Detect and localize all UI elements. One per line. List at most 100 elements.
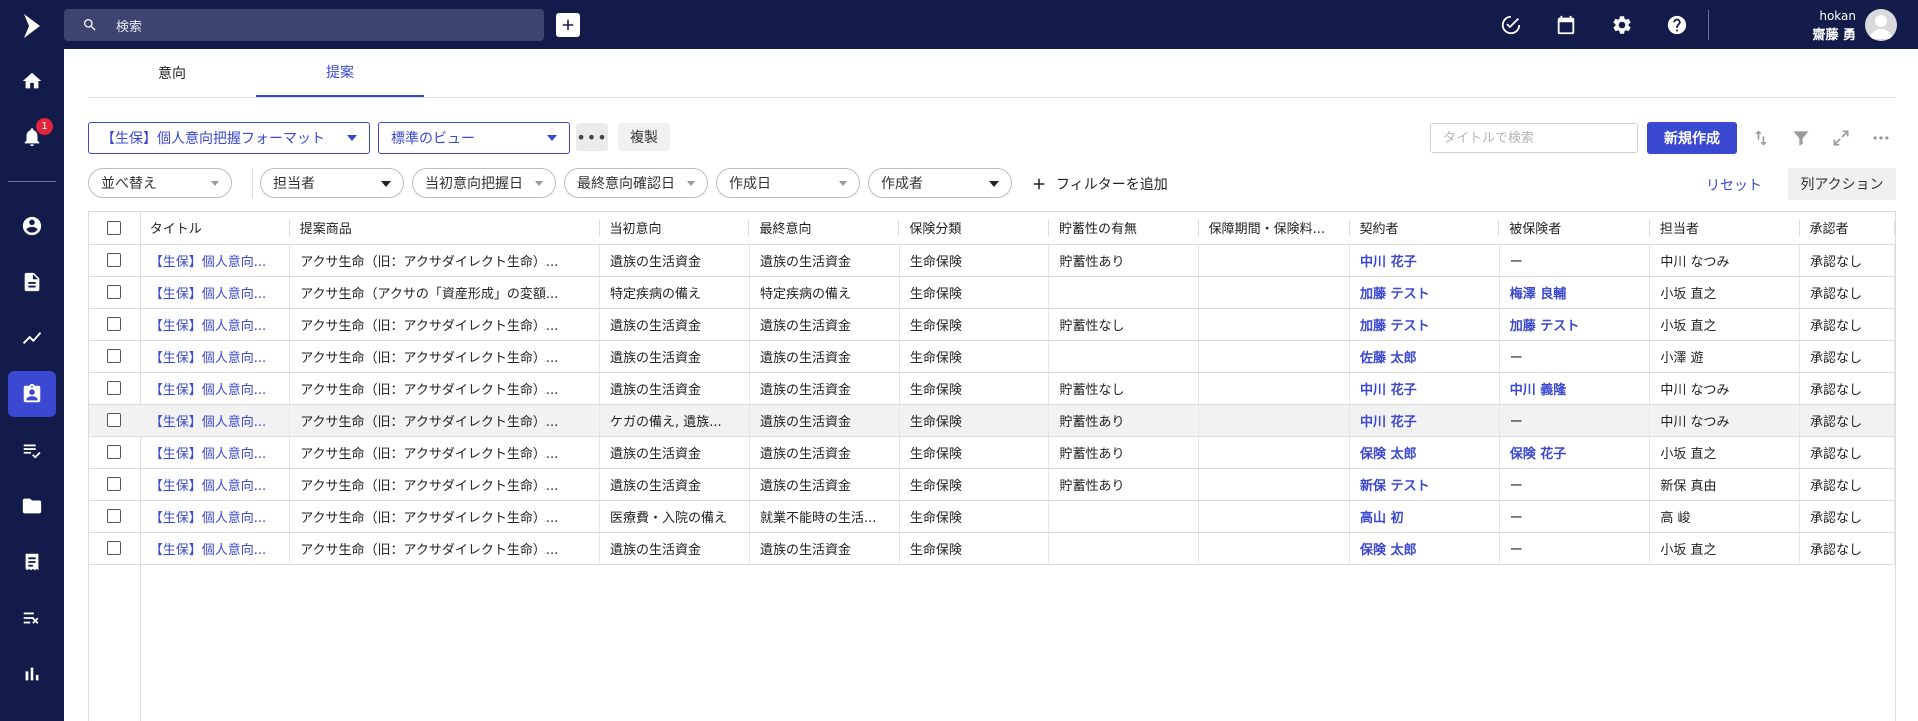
table-cell[interactable]: 【生保】個人意向... [139, 308, 291, 341]
nav-folders[interactable] [8, 483, 56, 529]
task-check-button[interactable] [1499, 13, 1523, 37]
expand-button[interactable] [1830, 127, 1852, 149]
logo-icon[interactable] [20, 12, 44, 40]
row-checkbox[interactable] [107, 285, 122, 299]
table-cell[interactable]: 中川 花子 [1349, 372, 1500, 405]
table-row[interactable]: 【生保】個人意向... アクサ生命（旧：アクサダイレクト生命）... ケガの備え, … [89, 404, 1895, 437]
column-header[interactable]: 担当者 [1649, 212, 1800, 245]
column-header[interactable]: 貯蓄性の有無 [1048, 212, 1199, 245]
nav-customers[interactable] [8, 203, 56, 249]
filter-final-date[interactable]: 最終意向確認日 [564, 168, 708, 198]
table-cell[interactable]: 梅澤 良輔 [1499, 276, 1651, 309]
row-checkbox-cell [89, 244, 140, 277]
format-select[interactable]: 【生保】個人意向把握フォーマット [88, 122, 370, 154]
title-search-input[interactable] [1430, 123, 1638, 153]
table-cell[interactable]: 中川 花子 [1349, 404, 1500, 437]
table-row[interactable]: 【生保】個人意向... アクサ生命（旧：アクサダイレクト生命）... 医療費・入院の… [89, 500, 1895, 533]
table-row[interactable]: 【生保】個人意向... アクサ生命（旧：アクサダイレクト生命）... 遺族の生活資金… [89, 468, 1895, 501]
filter-creator[interactable]: 作成者 [868, 168, 1012, 198]
table-cell[interactable]: 【生保】個人意向... [139, 276, 291, 309]
nav-analytics[interactable] [8, 651, 56, 697]
global-search[interactable]: 検索 [64, 9, 544, 41]
table-cell[interactable]: 【生保】個人意向... [139, 372, 291, 405]
sort-toggle-button[interactable] [1750, 127, 1772, 149]
tab-intent[interactable]: 意向 [88, 49, 256, 97]
row-checkbox[interactable] [107, 349, 122, 363]
select-all-checkbox[interactable] [107, 220, 122, 235]
row-checkbox[interactable] [107, 253, 122, 267]
copy-button[interactable]: 複製 [618, 123, 670, 151]
table-cell[interactable]: 【生保】個人意向... [139, 532, 291, 565]
row-checkbox[interactable] [107, 413, 122, 427]
row-checkbox[interactable] [107, 509, 122, 523]
nav-proposals[interactable] [8, 371, 56, 417]
table-cell[interactable]: 【生保】個人意向... [139, 436, 291, 469]
nav-documents[interactable] [8, 259, 56, 305]
column-header[interactable]: 承認者 [1799, 212, 1895, 245]
table-cell[interactable]: 【生保】個人意向... [139, 244, 291, 277]
table-row[interactable]: 【生保】個人意向... アクサ生命（旧：アクサダイレクト生命）... 遺族の生活資金… [89, 372, 1895, 405]
table-cell[interactable]: 加藤 テスト [1499, 308, 1651, 341]
table-cell[interactable]: 【生保】個人意向... [139, 404, 291, 437]
table-cell[interactable]: 佐藤 太郎 [1349, 340, 1500, 373]
table-cell[interactable]: 加藤 テスト [1349, 276, 1500, 309]
help-button[interactable] [1665, 13, 1689, 37]
filter-assignee[interactable]: 担当者 [260, 168, 404, 198]
view-select[interactable]: 標準のビュー [378, 122, 570, 154]
add-filter-button[interactable]: フィルターを追加 [1030, 172, 1168, 196]
tab-proposal[interactable]: 提案 [256, 49, 424, 97]
more-options-button[interactable]: ••• [576, 123, 608, 151]
table-cell[interactable]: 保険 太郎 [1349, 436, 1500, 469]
filter-button[interactable] [1790, 127, 1812, 149]
column-header[interactable]: 被保険者 [1499, 212, 1650, 245]
table-row[interactable]: 【生保】個人意向... アクサ生命（旧：アクサダイレクト生命）... 遺族の生活資金… [89, 308, 1895, 341]
nav-home[interactable] [8, 58, 56, 104]
table-cell: 遺族の生活資金 [599, 340, 750, 373]
quick-add-button[interactable] [556, 13, 580, 37]
table-cell[interactable]: 中川 花子 [1349, 244, 1500, 277]
table-cell[interactable]: 加藤 テスト [1349, 308, 1500, 341]
row-checkbox[interactable] [107, 541, 122, 555]
filter-initial-date[interactable]: 当初意向把握日 [412, 168, 556, 198]
settings-button[interactable] [1610, 13, 1634, 37]
column-divider[interactable] [1893, 220, 1895, 236]
table-cell[interactable]: 【生保】個人意向... [139, 500, 291, 533]
new-create-button[interactable]: 新規作成 [1647, 122, 1737, 154]
table-cell[interactable]: 保険 太郎 [1349, 532, 1500, 565]
column-header[interactable]: 最終意向 [749, 212, 900, 245]
table-cell[interactable]: 中川 義隆 [1499, 372, 1651, 405]
nav-trends[interactable] [8, 315, 56, 361]
column-header[interactable]: 保障期間・保険料... [1198, 212, 1350, 245]
row-checkbox-cell [89, 468, 140, 501]
filter-created-date[interactable]: 作成日 [716, 168, 860, 198]
table-cell[interactable]: 【生保】個人意向... [139, 468, 291, 501]
row-checkbox[interactable] [107, 477, 122, 491]
column-action-button[interactable]: 列アクション [1788, 168, 1896, 200]
column-header[interactable]: 当初意向 [599, 212, 750, 245]
calendar-button[interactable] [1554, 13, 1578, 37]
nav-notifications[interactable]: 1 [8, 114, 56, 160]
table-row[interactable]: 【生保】個人意向... アクサ生命（旧：アクサダイレクト生命）... 遺族の生活資金… [89, 436, 1895, 469]
sort-select[interactable]: 並べ替え [88, 168, 232, 198]
table-cell[interactable]: 保険 花子 [1499, 436, 1651, 469]
table-cell[interactable]: 【生保】個人意向... [139, 340, 291, 373]
nav-checklist[interactable] [8, 427, 56, 473]
row-checkbox[interactable] [107, 445, 122, 459]
table-row[interactable]: 【生保】個人意向... アクサ生命（旧：アクサダイレクト生命）... 遺族の生活資金… [89, 532, 1895, 565]
column-header[interactable]: 提案商品 [289, 212, 600, 245]
table-cell[interactable]: 高山 初 [1349, 500, 1500, 533]
table-row[interactable]: 【生保】個人意向... アクサ生命（旧：アクサダイレクト生命）... 遺族の生活資金… [89, 340, 1895, 373]
nav-tasks[interactable] [8, 595, 56, 641]
table-row[interactable]: 【生保】個人意向... アクサ生命（アクサの「資産形成」の変額... 特定疾病の備え… [89, 276, 1895, 309]
reset-link[interactable]: リセット [1706, 175, 1762, 195]
column-header[interactable]: 契約者 [1349, 212, 1500, 245]
column-header[interactable]: 保険分類 [899, 212, 1049, 245]
column-header[interactable]: タイトル [139, 212, 290, 245]
overflow-button[interactable] [1870, 127, 1892, 149]
avatar[interactable] [1865, 9, 1897, 41]
table-cell[interactable]: 新保 テスト [1349, 468, 1500, 501]
row-checkbox[interactable] [107, 381, 122, 395]
row-checkbox[interactable] [107, 317, 122, 331]
table-row[interactable]: 【生保】個人意向... アクサ生命（旧：アクサダイレクト生命）... 遺族の生活資金… [89, 244, 1895, 277]
nav-receipts[interactable] [8, 539, 56, 585]
